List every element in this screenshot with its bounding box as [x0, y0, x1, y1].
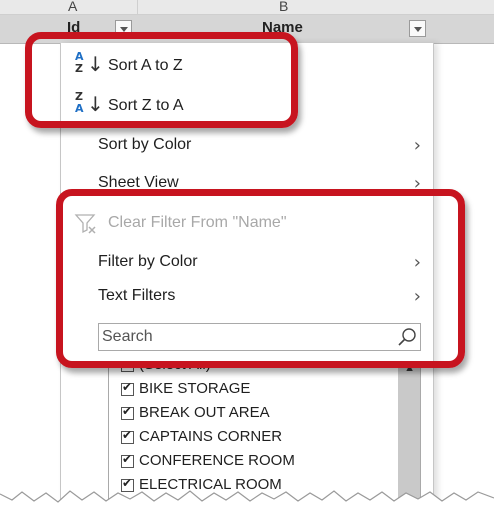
column-letter-a[interactable]: A [68, 0, 77, 14]
column-letters-bar: A B [0, 0, 494, 15]
list-item-label: BREAK OUT AREA [139, 404, 270, 421]
chevron-right-icon: › [413, 135, 421, 156]
list-item-label: CONFERENCE ROOM [139, 452, 295, 469]
list-item[interactable]: BREAK OUT AREA [121, 402, 401, 426]
list-item[interactable]: CONFERENCE ROOM [121, 450, 401, 474]
highlight-frame-filter [56, 189, 465, 368]
column-divider [137, 0, 138, 14]
column-letter-b[interactable]: B [279, 0, 288, 14]
filter-dropdown-button-name[interactable] [409, 20, 426, 37]
sort-by-color-label: Sort by Color [98, 136, 192, 153]
checkbox-checked[interactable] [121, 380, 134, 396]
list-item[interactable]: BIKE STORAGE [121, 378, 401, 402]
checkbox-checked[interactable] [121, 404, 134, 420]
list-item-label: CAPTAINS CORNER [139, 428, 283, 445]
list-item[interactable]: CAPTAINS CORNER [121, 426, 401, 450]
torn-edge-decoration [0, 490, 494, 521]
checkbox-checked[interactable] [121, 428, 134, 444]
sort-by-color-item[interactable]: Sort by Color › [61, 131, 433, 161]
highlight-frame-sort [25, 32, 298, 128]
checkbox-checked[interactable] [121, 452, 134, 468]
list-item-label: BIKE STORAGE [139, 380, 251, 397]
